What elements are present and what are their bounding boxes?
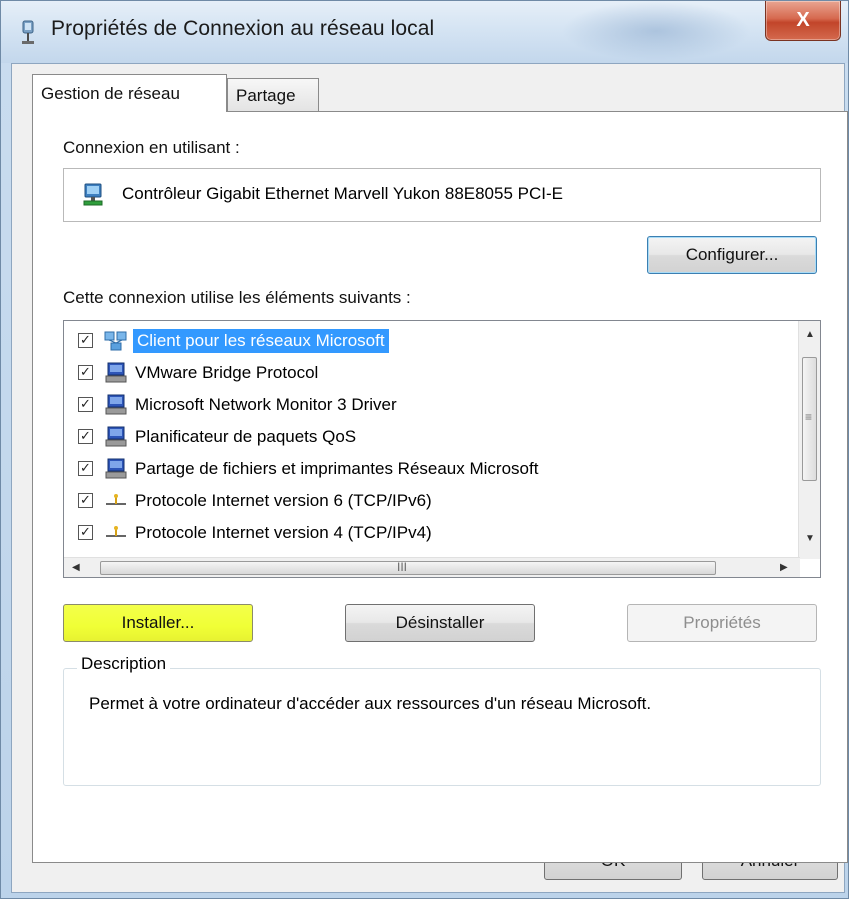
components-label: Cette connexion utilise les éléments sui…: [63, 288, 411, 307]
title-bar-glow: [561, 1, 751, 61]
network-service-icon: [105, 362, 127, 383]
tab-sharing-label: Partage: [236, 85, 296, 105]
list-item[interactable]: ✓ Partage de fichiers et imprimantes Rés…: [64, 453, 784, 485]
dialog-client-area: Gestion de réseau Partage Connexion en u…: [11, 63, 848, 893]
vertical-scroll-thumb[interactable]: ≡: [802, 357, 817, 481]
list-item[interactable]: ✓ Protocole Internet version 4 (TCP/IPv4…: [64, 517, 784, 549]
title-bar[interactable]: Propriétés de Connexion au réseau local …: [1, 1, 848, 63]
install-button-label: Installer...: [121, 613, 195, 632]
scroll-left-icon[interactable]: ◀: [72, 562, 80, 573]
tab-networking-label: Gestion de réseau: [41, 83, 180, 103]
configure-button-label: Configurer...: [685, 245, 779, 264]
protocol-icon: [106, 526, 126, 537]
window-title: Propriétés de Connexion au réseau local: [51, 17, 435, 40]
close-button[interactable]: X: [765, 1, 841, 41]
list-item[interactable]: ✓ VMware Bridge Protocol: [64, 357, 784, 389]
components-list[interactable]: ✓ Client pour les réseaux Microsoft ✓ VM…: [63, 320, 821, 578]
scroll-right-icon[interactable]: ▶: [780, 562, 788, 573]
list-item-label: Protocole Internet version 4 (TCP/IPv4): [135, 523, 432, 542]
network-adapter-icon: [83, 183, 103, 206]
properties-button[interactable]: Propriétés: [627, 604, 817, 642]
list-item[interactable]: ✓ Planificateur de paquets QoS: [64, 421, 784, 453]
network-service-icon: [105, 458, 127, 479]
checkbox[interactable]: ✓: [78, 493, 93, 508]
scroll-down-icon[interactable]: ▼: [805, 533, 815, 544]
checkbox[interactable]: ✓: [78, 461, 93, 476]
checkbox[interactable]: ✓: [78, 365, 93, 380]
vertical-scrollbar[interactable]: ▲ ≡ ▼: [798, 321, 820, 559]
uninstall-button[interactable]: Désinstaller: [345, 604, 535, 642]
network-client-icon: [104, 331, 127, 351]
list-item-label: Partage de fichiers et imprimantes Résea…: [135, 459, 539, 478]
scroll-grip-icon: III: [397, 560, 408, 574]
protocol-icon: [106, 494, 126, 505]
network-connection-icon: [22, 20, 34, 44]
network-service-icon: [105, 394, 127, 415]
uninstall-button-label: Désinstaller: [395, 613, 485, 632]
horizontal-scrollbar[interactable]: ◀ III ▶: [64, 557, 800, 577]
adapter-name: Contrôleur Gigabit Ethernet Marvell Yuko…: [122, 184, 563, 203]
close-icon: X: [796, 9, 810, 31]
description-group: [63, 668, 821, 786]
list-item[interactable]: ✓ Protocole Internet version 6 (TCP/IPv6…: [64, 485, 784, 517]
list-item-label: Microsoft Network Monitor 3 Driver: [135, 395, 397, 414]
horizontal-scroll-thumb[interactable]: III: [100, 560, 716, 575]
properties-dialog: Propriétés de Connexion au réseau local …: [0, 0, 849, 899]
list-item[interactable]: ✓ Microsoft Network Monitor 3 Driver: [64, 389, 784, 421]
checkbox[interactable]: ✓: [78, 333, 93, 348]
scroll-up-icon[interactable]: ▲: [805, 329, 815, 340]
tab-networking[interactable]: Gestion de réseau: [32, 74, 227, 112]
tab-sharing[interactable]: Partage: [227, 78, 319, 112]
description-text: Permet à votre ordinateur d'accéder aux …: [89, 694, 652, 713]
network-service-icon: [105, 426, 127, 447]
description-legend: Description: [77, 654, 171, 674]
scroll-grip-icon: ≡: [805, 410, 813, 424]
properties-button-label: Propriétés: [683, 613, 761, 632]
connect-using-label: Connexion en utilisant :: [63, 138, 240, 157]
list-item-label: Planificateur de paquets QoS: [135, 427, 357, 446]
list-item-label: VMware Bridge Protocol: [135, 363, 319, 382]
configure-button[interactable]: Configurer...: [647, 236, 817, 274]
list-item-label: Protocole Internet version 6 (TCP/IPv6): [135, 491, 432, 510]
checkbox[interactable]: ✓: [78, 525, 93, 540]
checkbox[interactable]: ✓: [78, 397, 93, 412]
networking-tab-panel: Connexion en utilisant : Contrôleur Giga…: [32, 111, 848, 863]
list-item-label: Client pour les réseaux Microsoft: [133, 329, 389, 353]
list-item[interactable]: ✓ Client pour les réseaux Microsoft: [64, 325, 784, 357]
adapter-field: Contrôleur Gigabit Ethernet Marvell Yuko…: [63, 168, 821, 222]
install-button[interactable]: Installer...: [63, 604, 253, 642]
checkbox[interactable]: ✓: [78, 429, 93, 444]
